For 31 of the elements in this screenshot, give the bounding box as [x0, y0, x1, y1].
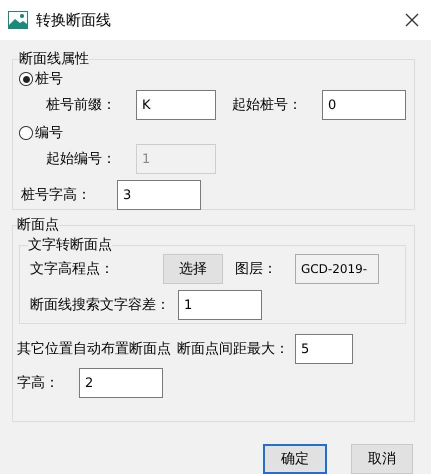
group-title: 断面线属性 — [19, 50, 89, 68]
auto-place-label: 其它位置自动布置断面点 — [17, 340, 171, 358]
group-title: 断面点 — [17, 216, 59, 234]
field-label: 断面线搜索文字容差： — [30, 296, 170, 314]
field-label: 桩号前缀： — [46, 96, 117, 114]
field-label: 桩号字高： — [21, 186, 92, 204]
radio-label[interactable]: 桩号 — [35, 70, 63, 88]
radio-button[interactable] — [19, 126, 33, 140]
field-label: 起始桩号： — [232, 96, 303, 114]
radio-button[interactable] — [19, 72, 33, 86]
ok-button[interactable]: 确定 — [263, 444, 327, 474]
layer-field[interactable]: GCD-2019- — [295, 254, 379, 284]
close-icon[interactable] — [405, 13, 419, 27]
field-label: 图层： — [235, 260, 278, 278]
input-field[interactable]: 3 — [117, 180, 201, 210]
group-title: 文字转断面点 — [28, 236, 112, 254]
field-label: 断面点间距最大： — [177, 340, 289, 358]
picture-icon — [8, 11, 28, 29]
select-button[interactable]: 选择 — [163, 254, 223, 284]
field-label: 文字高程点： — [30, 260, 115, 278]
window-title: 转换断面线 — [36, 10, 112, 30]
radio-label[interactable]: 编号 — [35, 124, 63, 142]
input-field[interactable]: K — [136, 90, 216, 120]
input-field: 1 — [136, 144, 216, 174]
input-field[interactable]: 0 — [322, 90, 406, 120]
input-field[interactable]: 1 — [178, 290, 262, 320]
field-label: 字高： — [17, 374, 60, 392]
cancel-button[interactable]: 取消 — [351, 444, 413, 474]
input-field[interactable]: 5 — [295, 334, 353, 364]
field-label: 起始编号： — [46, 150, 117, 168]
input-field[interactable]: 2 — [79, 368, 163, 398]
